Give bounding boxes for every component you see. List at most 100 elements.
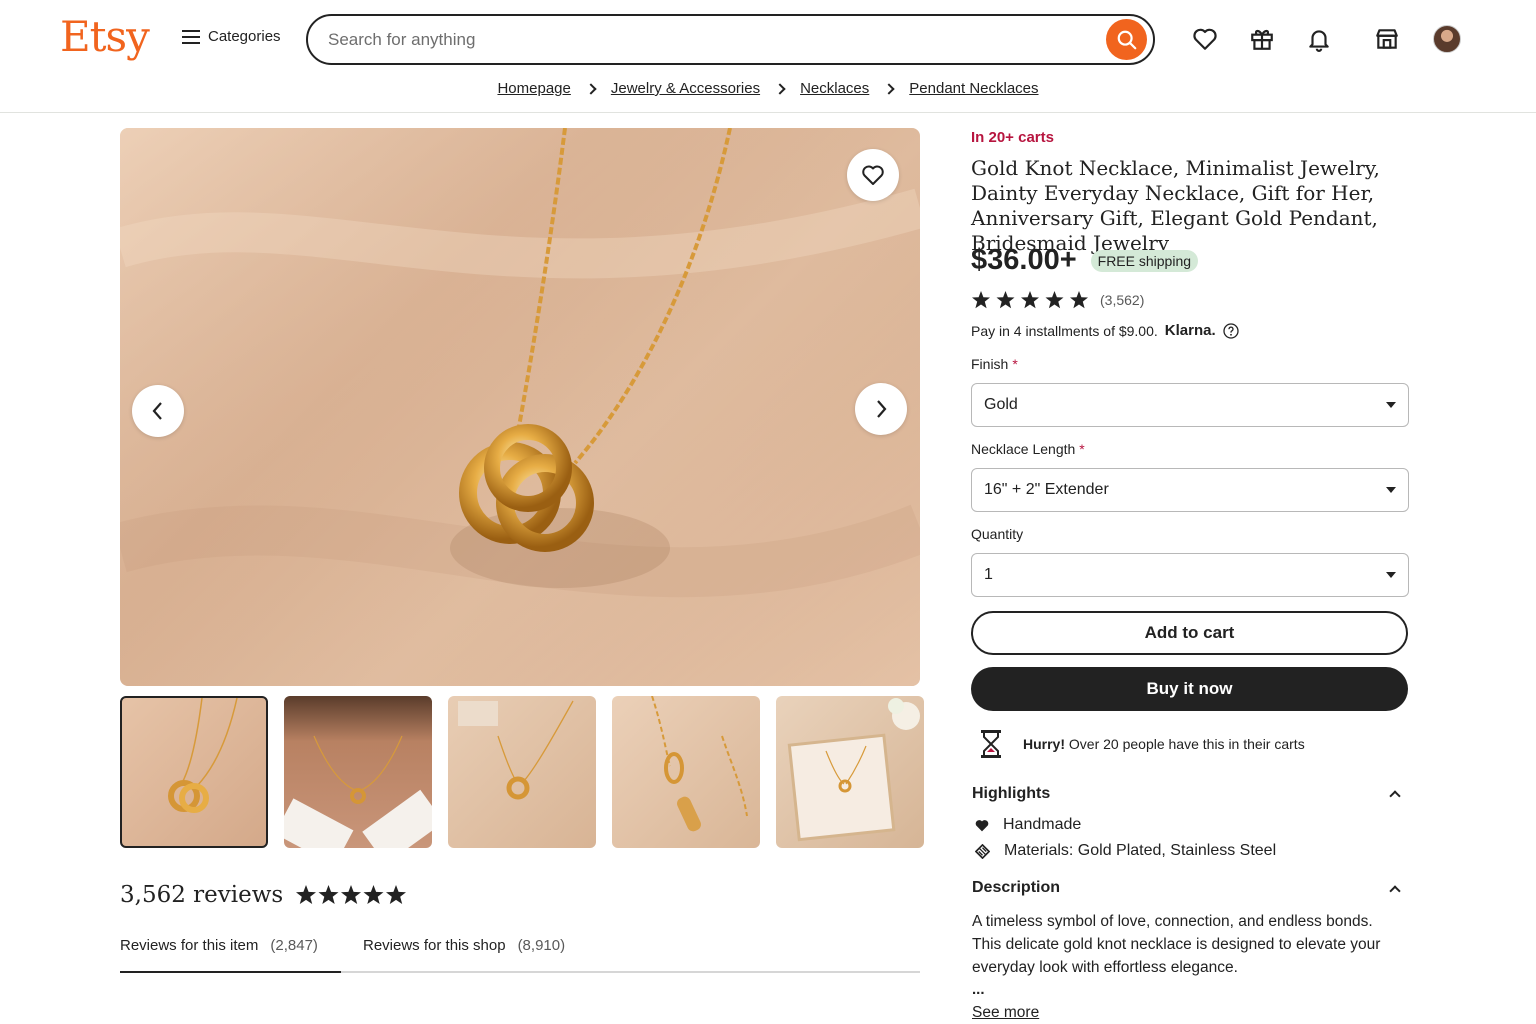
- cart-demand-badge: In 20+ carts: [971, 129, 1054, 146]
- breadcrumb: Homepage Jewelry & Accessories Necklaces…: [0, 80, 1536, 97]
- reviews-header: 3,562 reviews: [120, 882, 407, 908]
- thumbnail-image: [168, 698, 238, 813]
- breadcrumb-pendant-necklaces[interactable]: Pendant Necklaces: [909, 80, 1038, 97]
- rating-row[interactable]: (3,562): [971, 290, 1144, 310]
- thumbnail-strip: [120, 696, 924, 848]
- active-tab-indicator: [120, 971, 341, 973]
- hourglass-icon: [981, 730, 1001, 758]
- quantity-label: Quantity: [971, 526, 1024, 542]
- thumbnail-image: [787, 698, 920, 842]
- rating-stars-icon: [972, 291, 1088, 309]
- highlight-handmade: Handmade: [975, 816, 1081, 834]
- highlight-text: Materials: Gold Plated, Stainless Steel: [1004, 842, 1277, 859]
- highlights-heading[interactable]: Highlights: [972, 785, 1050, 803]
- gift-icon: [1251, 29, 1273, 50]
- price-row: $36.00+ FREE shipping: [971, 244, 1199, 277]
- thumbnail-2[interactable]: [284, 696, 432, 848]
- shop-manager-button[interactable]: [1374, 26, 1400, 52]
- avatar[interactable]: [1433, 25, 1461, 53]
- thumbnail-image: [458, 700, 574, 800]
- finish-label-text: Finish: [971, 356, 1009, 372]
- tab-label: Reviews for this item: [120, 937, 259, 954]
- categories-button[interactable]: Categories: [182, 28, 281, 45]
- klarna-logo: Klarna.: [1164, 322, 1216, 339]
- description-text: A timeless symbol of love, connection, a…: [972, 913, 1381, 976]
- required-mark: *: [1012, 356, 1018, 372]
- reviews-title: 3,562 reviews: [120, 882, 284, 908]
- necklace-length-select[interactable]: 16" + 2" Extender: [971, 468, 1409, 512]
- hurry-text: Hurry! Over 20 people have this in their…: [1023, 736, 1305, 752]
- heart-icon: [862, 165, 884, 185]
- breadcrumb-necklaces[interactable]: Necklaces: [800, 80, 869, 97]
- search-icon: [1117, 30, 1136, 49]
- klarna-row: Pay in 4 installments of $9.00. Klarna.: [971, 322, 1239, 339]
- thumbnail-4[interactable]: [612, 696, 760, 848]
- bell-icon: [1309, 30, 1329, 52]
- installments-text: Pay in 4 installments of $9.00.: [971, 322, 1158, 339]
- see-more-link[interactable]: See more: [972, 1004, 1039, 1022]
- handmade-heart-icon: [975, 819, 989, 831]
- search-bar: [306, 14, 1155, 65]
- materials-icon: [975, 843, 990, 859]
- description-heading[interactable]: Description: [972, 879, 1060, 897]
- notifications-button[interactable]: [1306, 26, 1332, 52]
- quantity-value: 1: [984, 566, 993, 583]
- length-label-text: Necklace Length: [971, 441, 1076, 457]
- rating-stars-icon: [296, 885, 407, 904]
- caret-down-icon: [1386, 487, 1396, 493]
- description-ellipsis: ...: [972, 981, 985, 998]
- chevron-right-icon: [585, 82, 597, 95]
- product-title: Gold Knot Necklace, Minimalist Jewelry, …: [971, 156, 1380, 255]
- chevron-right-icon: [774, 82, 786, 95]
- caret-down-icon: [1386, 402, 1396, 408]
- length-label: Necklace Length *: [971, 441, 1085, 457]
- thumbnail-image: [284, 735, 432, 848]
- length-value: 16" + 2" Extender: [984, 481, 1109, 498]
- buy-now-button[interactable]: Buy it now: [971, 667, 1408, 711]
- next-image-button[interactable]: [855, 383, 907, 435]
- chevron-right-icon: [877, 400, 887, 418]
- favorite-button[interactable]: [847, 149, 899, 201]
- thumbnail-5[interactable]: [776, 696, 924, 848]
- tab-label: Reviews for this shop: [363, 937, 506, 954]
- search-button[interactable]: [1106, 19, 1147, 60]
- chevron-right-icon: [883, 82, 895, 95]
- gift-button[interactable]: [1249, 26, 1275, 52]
- hurry-detail: Over 20 people have this in their carts: [1065, 736, 1305, 752]
- finish-label: Finish *: [971, 356, 1018, 372]
- quantity-select[interactable]: 1: [971, 553, 1409, 597]
- chevron-up-icon[interactable]: [1389, 885, 1401, 897]
- hurry-bold: Hurry!: [1023, 736, 1066, 752]
- finish-select[interactable]: Gold: [971, 383, 1409, 427]
- tab-count: (2,847): [270, 937, 318, 954]
- chevron-up-icon[interactable]: [1389, 790, 1401, 802]
- add-to-cart-button[interactable]: Add to cart: [971, 611, 1408, 655]
- price: $36.00+: [971, 244, 1077, 276]
- required-mark: *: [1079, 441, 1085, 457]
- hurry-notice: Hurry! Over 20 people have this in their…: [977, 728, 1305, 760]
- caret-down-icon: [1386, 572, 1396, 578]
- necklace-image: [120, 128, 920, 686]
- site-header: Etsy Categories Homepage Jewelry & Acces…: [0, 0, 1536, 113]
- chevron-left-icon: [152, 402, 162, 420]
- thumbnail-1[interactable]: [120, 696, 268, 848]
- reviews-tabs: Reviews for this item (2,847) Reviews for…: [120, 935, 920, 973]
- product-main-image[interactable]: [120, 128, 920, 686]
- etsy-logo[interactable]: Etsy: [60, 12, 150, 61]
- breadcrumb-homepage[interactable]: Homepage: [497, 80, 570, 97]
- heart-icon: [1193, 28, 1217, 50]
- help-icon[interactable]: [1222, 322, 1239, 339]
- breadcrumb-jewelry[interactable]: Jewelry & Accessories: [611, 80, 760, 97]
- menu-icon: [182, 29, 200, 44]
- categories-label: Categories: [208, 28, 281, 45]
- free-shipping-badge: FREE shipping: [1090, 249, 1199, 272]
- highlight-materials: Materials: Gold Plated, Stainless Steel: [975, 842, 1276, 860]
- tab-reviews-shop[interactable]: Reviews for this shop (8,910): [363, 937, 565, 954]
- thumbnail-image: [651, 696, 748, 832]
- favorites-button[interactable]: [1192, 26, 1218, 52]
- search-input[interactable]: [328, 28, 1088, 52]
- tab-reviews-item[interactable]: Reviews for this item (2,847): [120, 937, 318, 954]
- thumbnail-3[interactable]: [448, 696, 596, 848]
- shop-icon: [1376, 29, 1398, 49]
- previous-image-button[interactable]: [132, 385, 184, 437]
